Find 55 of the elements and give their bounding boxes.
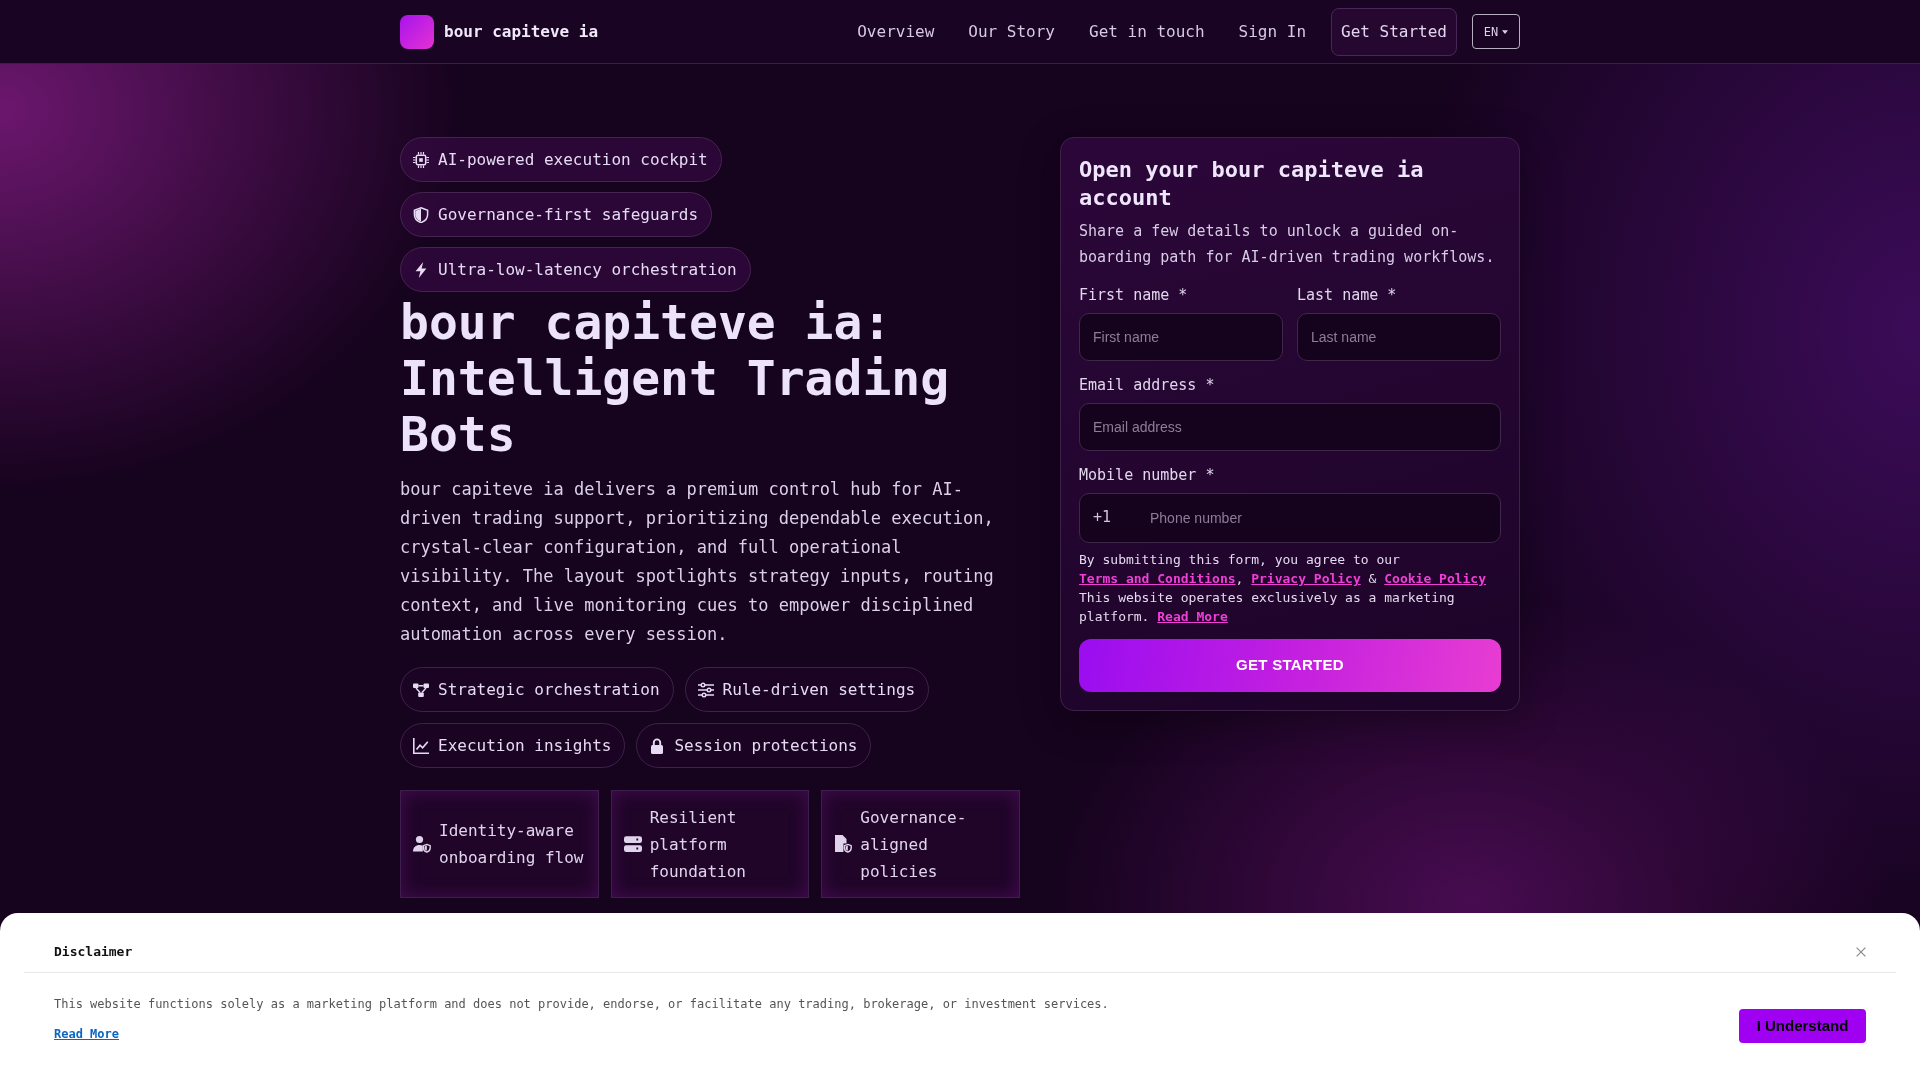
document-shield-icon: [834, 835, 853, 853]
brand-name[interactable]: bour capiteve ia: [444, 19, 599, 44]
hero-title: bour capiteve ia: Intelligent Trading Bots: [400, 294, 951, 462]
input-field[interactable]: First name: [1079, 313, 1283, 361]
field-label: First name *: [1079, 285, 1189, 305]
get-started-button[interactable]: Get Started: [1331, 7, 1457, 56]
form-subtitle: Share a few details to unlock a guided on-boarding path for AI-driven trading workflows.: [1079, 221, 1496, 268]
policy-link[interactable]: Privacy Policy: [1251, 571, 1361, 586]
pill-label: Session protections: [674, 734, 858, 757]
pill-label: Execution insights: [438, 734, 612, 757]
input-field[interactable]: Last name: [1297, 313, 1501, 361]
nav-link[interactable]: Overview: [843, 11, 949, 52]
card-text: Governance-aligned policies: [860, 806, 968, 883]
language-dropdown[interactable]: EN: [1472, 14, 1520, 49]
input-field[interactable]: Email address: [1079, 403, 1501, 451]
logo-icon: [400, 14, 434, 49]
line-chart-icon: [413, 737, 429, 754]
consent-text: By submitting this form, you agree to our Terms and Conditions, Privacy Policy & Cookie Policy This website operates exclusively as a marketing platform. Read More: [1079, 551, 1487, 626]
close-button[interactable]: [1856, 947, 1866, 957]
pill-label: AI-powered execution cockpit: [438, 148, 708, 171]
field-label: Last name *: [1297, 285, 1398, 305]
policy-link[interactable]: Terms and Conditions: [1079, 571, 1236, 586]
policy-link[interactable]: Cookie Policy: [1384, 571, 1486, 586]
form-title: Open your bour capiteve ia account: [1079, 156, 1425, 212]
phone-field[interactable]: +1 Phone number: [1079, 493, 1501, 543]
pill-label: Rule-driven settings: [722, 678, 916, 701]
card-text: Identity-aware onboarding flow: [439, 820, 585, 869]
field-label: Email address *: [1079, 375, 1216, 395]
field-label: Mobile number *: [1079, 465, 1216, 485]
pill-label: Strategic orchestration: [438, 678, 660, 701]
pill-label: Ultra-low-latency orchestration: [438, 258, 737, 281]
phone-input[interactable]: Phone number: [1150, 494, 1500, 542]
shield-icon: [413, 206, 429, 223]
nodes-icon: [413, 681, 429, 698]
close-icon: [1856, 947, 1866, 957]
nav-link[interactable]: Our Story: [954, 11, 1069, 52]
hero-description: bour capiteve ia delivers a premium control hub for AI-driven trading support, prioritizing dependable execution, crystal-clear configuration, and full operational visibility. The layout spotlights strategy inputs, routing context, and live monitoring cues to empower disciplined automation across every session.: [400, 478, 995, 646]
nav-link[interactable]: Get in touch: [1075, 11, 1219, 52]
user-shield-icon: [413, 835, 431, 853]
caret-icon: [1502, 29, 1509, 34]
server-icon: [623, 835, 642, 853]
country-code[interactable]: +1: [1093, 506, 1150, 527]
chip-icon: [413, 151, 429, 168]
nav-link[interactable]: Sign In: [1224, 11, 1321, 52]
read-more-link[interactable]: Read More: [54, 1025, 120, 1043]
policy-link[interactable]: Read More: [1157, 609, 1228, 624]
lightning-icon: [413, 261, 429, 278]
sliders-icon: [697, 681, 714, 698]
card-text: Resilient platform foundation: [649, 806, 747, 883]
lock-icon: [649, 737, 666, 754]
understand-button[interactable]: I Understand: [1739, 1009, 1866, 1043]
disclaimer-text: This website functions solely as a marketing platform and does not provide, endorse, or facilitate any trading, brokerage, or investment services.: [54, 996, 1109, 1013]
disclaimer-title: Disclaimer: [54, 943, 133, 961]
pill-label: Governance-first safeguards: [438, 203, 699, 226]
submit-button[interactable]: GET STARTED: [1079, 639, 1501, 692]
